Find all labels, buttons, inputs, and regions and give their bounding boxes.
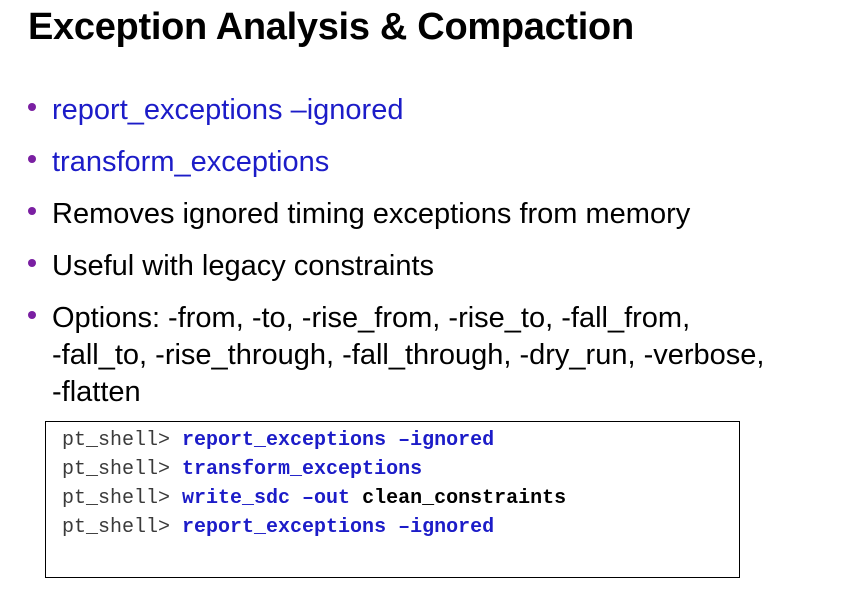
bullet-dot-icon [28, 103, 36, 111]
bullet-text: transform_exceptions [52, 146, 330, 178]
options-line: -fall_to, -rise_through, -fall_through, … [52, 339, 765, 371]
bullet-item-options: Options: -from, -to, -rise_from, -rise_t… [28, 300, 764, 411]
slide-title: Exception Analysis & Compaction [28, 6, 634, 48]
bullet-dot-icon [28, 207, 36, 215]
slide: Exception Analysis & Compaction report_e… [0, 0, 845, 603]
shell-command: write_sdc –out [182, 487, 351, 510]
shell-argument: clean_constraints [350, 487, 567, 510]
options-line: Options: -from, -to, -rise_from, -rise_t… [52, 302, 691, 334]
code-line: pt_shell> write_sdc –out clean_constrain… [62, 484, 566, 513]
options-line: -flatten [52, 376, 141, 408]
bullet-text: Useful with legacy constraints [52, 250, 434, 282]
code-line: pt_shell> report_exceptions –ignored [62, 513, 494, 542]
code-line: pt_shell> report_exceptions –ignored [62, 426, 494, 455]
bullet-item: Removes ignored timing exceptions from m… [28, 196, 691, 233]
shell-command: report_exceptions –ignored [182, 429, 495, 452]
bullet-text-options: Options: -from, -to, -rise_from, -rise_t… [52, 300, 764, 411]
shell-prompt: pt_shell> [62, 458, 183, 481]
bullet-dot-icon [28, 259, 36, 267]
bullet-dot-icon [28, 155, 36, 163]
code-example-box: pt_shell> report_exceptions –ignored pt_… [45, 421, 740, 578]
shell-prompt: pt_shell> [62, 487, 183, 510]
bullet-item: Useful with legacy constraints [28, 248, 434, 285]
bullet-text: Removes ignored timing exceptions from m… [52, 198, 691, 230]
shell-command: report_exceptions –ignored [182, 516, 495, 539]
code-line: pt_shell> transform_exceptions [62, 455, 422, 484]
shell-prompt: pt_shell> [62, 429, 183, 452]
bullet-item: transform_exceptions [28, 144, 330, 181]
bullet-dot-icon [28, 311, 36, 319]
bullet-text: report_exceptions –ignored [52, 94, 404, 126]
bullet-item: report_exceptions –ignored [28, 92, 404, 129]
shell-prompt: pt_shell> [62, 516, 183, 539]
shell-command: transform_exceptions [182, 458, 423, 481]
